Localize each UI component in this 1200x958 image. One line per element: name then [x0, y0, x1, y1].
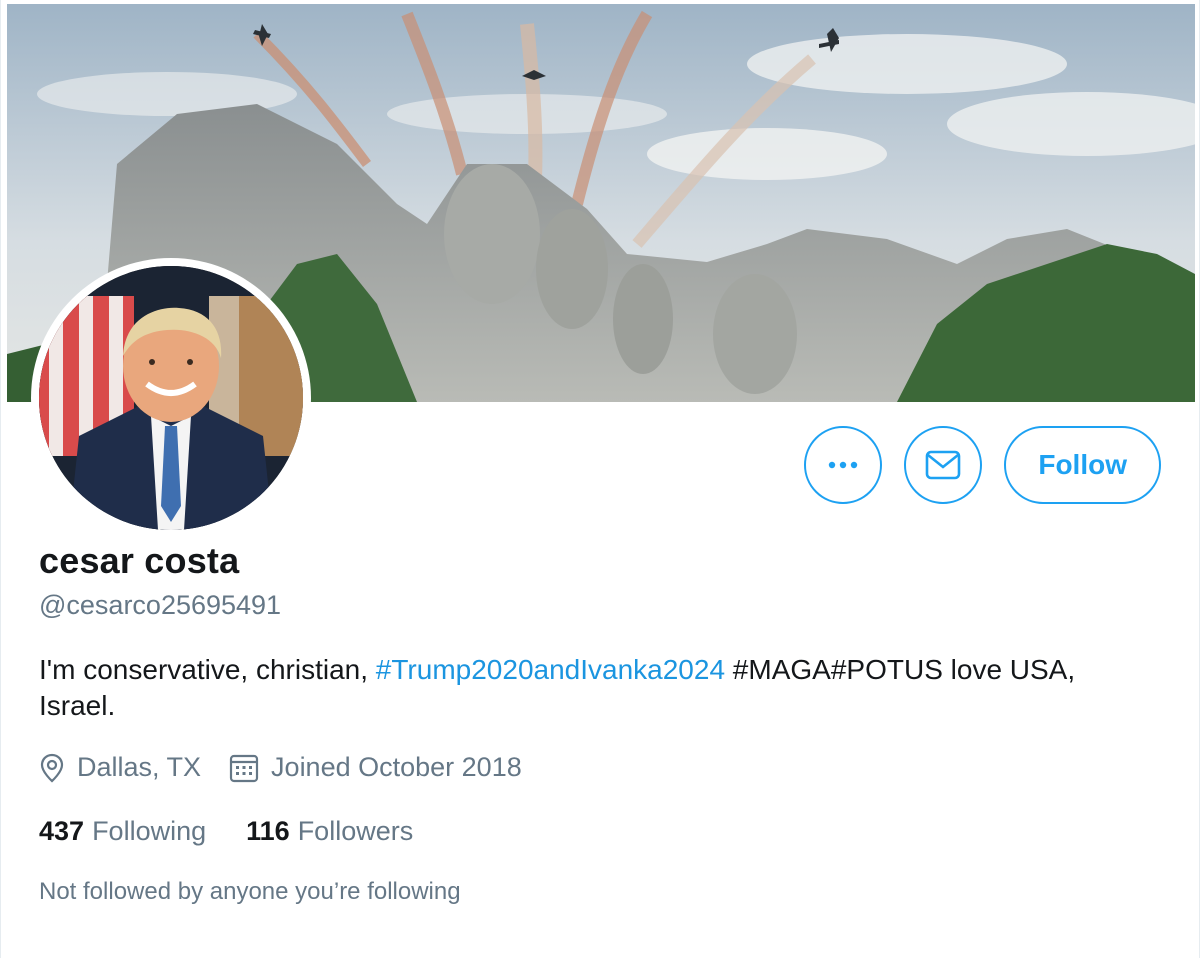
followers-count: 116 [246, 816, 290, 846]
joined-text: Joined October 2018 [271, 752, 522, 782]
follow-stats: 437 Following 116 Followers [39, 816, 453, 847]
avatar[interactable] [31, 258, 311, 538]
envelope-icon [926, 450, 961, 480]
location-pin-icon [40, 753, 64, 782]
profile-page: Follow cesar costa @cesarco25695491 I'm … [0, 0, 1200, 958]
avatar-photo [39, 266, 303, 530]
avatar-image [39, 266, 303, 530]
location-text: Dallas, TX [77, 752, 202, 782]
following-link[interactable]: 437 Following [39, 816, 206, 847]
display-name: cesar costa [39, 540, 240, 581]
more-dots-icon [829, 461, 858, 469]
location-item: Dallas, TX [39, 752, 201, 783]
calendar-icon [229, 754, 259, 782]
following-label: Following [92, 816, 207, 846]
profile-meta: Dallas, TX Joined October 2018 [39, 752, 550, 783]
social-context: Not followed by anyone you’re following [39, 878, 461, 905]
profile-bio: I'm conservative, christian, #Trump2020a… [39, 652, 1149, 724]
followers-link[interactable]: 116 Followers [246, 816, 413, 847]
following-count: 437 [39, 816, 85, 846]
more-button[interactable] [804, 426, 883, 504]
hashtag-link[interactable]: #Trump2020andIvanka2024 [376, 654, 725, 685]
message-button[interactable] [904, 426, 983, 504]
profile-actions: Follow [804, 426, 1161, 504]
followers-label: Followers [297, 816, 414, 846]
joined-item: Joined October 2018 [229, 752, 522, 783]
follow-button[interactable]: Follow [1004, 426, 1161, 504]
bio-text-start: I'm conservative, christian, [39, 654, 376, 685]
user-handle: @cesarco25695491 [39, 590, 282, 620]
